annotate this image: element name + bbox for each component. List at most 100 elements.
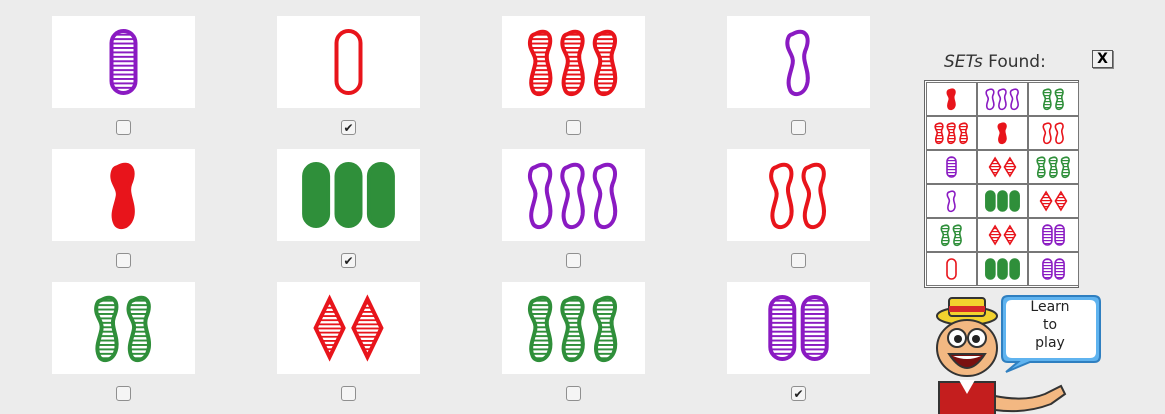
red-squiggle-symbol	[110, 162, 135, 230]
red-diamond-symbol	[988, 156, 1002, 178]
game-card[interactable]	[502, 16, 645, 108]
card-checkbox[interactable]	[791, 120, 806, 135]
green-oval-symbol	[334, 162, 363, 228]
card-checkbox-checked[interactable]: ✔	[791, 386, 806, 401]
game-card[interactable]	[277, 149, 420, 241]
card-checkbox-checked[interactable]: ✔	[341, 253, 356, 268]
card-2-red-striped-diamond	[313, 294, 384, 362]
sets-found-label-rest: Found:	[982, 52, 1046, 72]
mini-card-2-green-striped-squiggle	[1042, 88, 1064, 111]
card-3-red-striped-squiggle	[527, 29, 618, 97]
game-card[interactable]	[727, 149, 870, 241]
red-squiggle-symbol	[934, 122, 944, 145]
red-diamond-symbol	[351, 294, 384, 362]
close-sets-found-button[interactable]: X	[1092, 50, 1113, 68]
card-checkbox-checked[interactable]: ✔	[341, 120, 356, 135]
card-2-green-striped-squiggle	[94, 295, 152, 363]
green-oval-symbol	[366, 162, 395, 228]
card-checkbox[interactable]	[791, 253, 806, 268]
mini-card-2-red-striped-diamond	[1039, 190, 1068, 212]
game-card[interactable]	[52, 282, 195, 374]
purple-oval-symbol	[1042, 224, 1053, 246]
green-oval-symbol	[1009, 258, 1020, 280]
found-set-card	[977, 252, 1028, 286]
green-squiggle-symbol	[1036, 156, 1046, 179]
mini-card-2-purple-striped-oval	[1042, 224, 1065, 246]
card-2-red-open-squiggle	[769, 162, 827, 230]
card-checkbox[interactable]	[116, 120, 131, 135]
red-squiggle-symbol	[1054, 122, 1064, 145]
green-squiggle-symbol	[1048, 156, 1058, 179]
card-3-green-solid-oval	[302, 162, 395, 228]
green-squiggle-symbol	[527, 295, 553, 363]
red-oval-symbol	[334, 29, 363, 95]
green-oval-symbol	[997, 190, 1008, 212]
purple-squiggle-symbol	[527, 162, 553, 230]
purple-oval-symbol	[946, 156, 957, 178]
red-squiggle-symbol	[946, 88, 956, 111]
green-squiggle-symbol	[940, 224, 950, 247]
green-squiggle-symbol	[592, 295, 618, 363]
green-squiggle-symbol	[1054, 88, 1064, 111]
purple-squiggle-symbol	[997, 88, 1007, 111]
red-oval-symbol	[946, 258, 957, 280]
found-set-card	[926, 82, 977, 116]
sets-found-label-em: SETs	[944, 52, 983, 72]
mini-card-1-red-solid-squiggle	[946, 88, 956, 111]
card-checkbox[interactable]	[116, 386, 131, 401]
purple-oval-symbol	[768, 295, 797, 361]
green-squiggle-symbol	[126, 295, 152, 363]
found-set-card	[926, 116, 977, 150]
purple-squiggle-symbol	[560, 162, 585, 230]
mini-card-3-red-striped-squiggle	[934, 122, 968, 145]
red-diamond-symbol	[1039, 190, 1053, 212]
mini-card-1-red-solid-squiggle	[997, 122, 1007, 145]
found-set-card	[926, 252, 977, 286]
red-diamond-symbol	[313, 294, 346, 362]
purple-squiggle-symbol	[592, 162, 618, 230]
red-diamond-symbol	[1003, 156, 1017, 178]
red-squiggle-symbol	[1042, 122, 1052, 145]
red-diamond-symbol	[1054, 190, 1068, 212]
red-diamond-symbol	[988, 224, 1002, 246]
card-3-green-striped-squiggle	[527, 295, 618, 363]
green-squiggle-symbol	[952, 224, 962, 247]
mini-card-3-green-striped-squiggle	[1036, 156, 1070, 179]
game-card[interactable]	[502, 282, 645, 374]
green-oval-symbol	[302, 162, 331, 228]
card-1-purple-open-squiggle	[785, 29, 810, 97]
found-set-card	[977, 116, 1028, 150]
found-set-card	[926, 150, 977, 184]
found-set-card	[977, 184, 1028, 218]
purple-squiggle-symbol	[985, 88, 995, 111]
mini-card-3-purple-open-squiggle	[985, 88, 1019, 111]
purple-oval-symbol	[800, 295, 829, 361]
card-checkbox[interactable]	[116, 253, 131, 268]
purple-oval-symbol	[1042, 258, 1053, 280]
red-squiggle-symbol	[946, 122, 956, 145]
purple-oval-symbol	[1054, 224, 1065, 246]
card-checkbox[interactable]	[566, 386, 581, 401]
found-set-card	[1028, 218, 1079, 252]
game-card[interactable]	[727, 282, 870, 374]
card-1-red-open-oval	[334, 29, 363, 95]
game-card[interactable]	[277, 282, 420, 374]
mini-card-1-purple-open-squiggle	[946, 190, 956, 213]
green-squiggle-symbol	[560, 295, 585, 363]
game-card[interactable]	[52, 149, 195, 241]
card-checkbox[interactable]	[566, 120, 581, 135]
game-card[interactable]	[277, 16, 420, 108]
red-squiggle-symbol	[997, 122, 1007, 145]
game-card[interactable]	[502, 149, 645, 241]
card-checkbox[interactable]	[566, 253, 581, 268]
card-checkbox[interactable]	[341, 386, 356, 401]
mascot-icon	[936, 297, 1067, 414]
found-set-card	[977, 218, 1028, 252]
red-squiggle-symbol	[527, 29, 553, 97]
game-card[interactable]	[727, 16, 870, 108]
found-set-card	[977, 82, 1028, 116]
red-diamond-symbol	[1003, 224, 1017, 246]
purple-squiggle-symbol	[1009, 88, 1019, 111]
red-squiggle-symbol	[958, 122, 968, 145]
game-card[interactable]	[52, 16, 195, 108]
